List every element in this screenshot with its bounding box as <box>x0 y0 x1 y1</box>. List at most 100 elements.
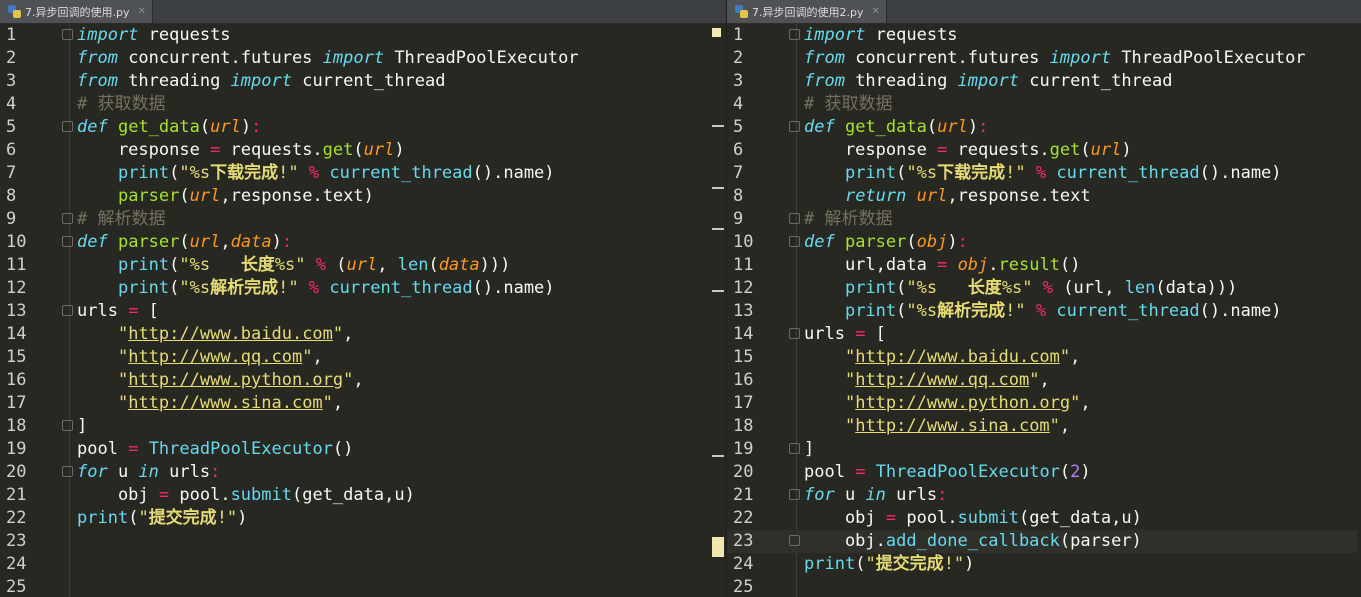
code-token: url <box>916 186 948 206</box>
fold-toggle-icon[interactable] <box>789 213 800 224</box>
fold-toggle-icon[interactable] <box>789 535 800 546</box>
code-token[interactable]: http://www.baidu.com <box>128 324 333 344</box>
fold-toggle-icon[interactable] <box>789 489 800 500</box>
line-number: 3 <box>6 71 17 91</box>
code-text: return url,response.text <box>804 185 1091 208</box>
code-token: in <box>865 485 886 505</box>
code-token: obj. <box>804 531 886 551</box>
scroll-marker[interactable] <box>712 537 724 557</box>
code-token: data <box>230 232 272 252</box>
code-token: ( <box>326 255 347 275</box>
line-number: 17 <box>733 393 754 413</box>
code-line: 20 for u in urls: <box>0 461 710 484</box>
code-token: , <box>1039 370 1050 390</box>
fold-toggle-icon[interactable] <box>789 29 800 40</box>
code-token: # 解析数据 <box>77 209 166 229</box>
code-token[interactable]: http://www.baidu.com <box>855 347 1060 367</box>
fold-toggle-icon[interactable] <box>62 121 73 132</box>
code-text: print("%s下载完成!" % current_thread().name) <box>804 162 1282 185</box>
code-token: ( <box>896 301 907 321</box>
close-tab-icon[interactable]: ✕ <box>871 6 879 17</box>
code-token[interactable]: http://www.sina.com <box>128 393 322 413</box>
fold-toggle-icon[interactable] <box>62 29 73 40</box>
scroll-marker[interactable] <box>712 290 724 292</box>
code-token: !" <box>1005 163 1026 183</box>
fold-toggle-icon[interactable] <box>62 236 73 247</box>
code-token: ( <box>179 186 190 206</box>
code-token: % <box>308 163 320 183</box>
code-token: " <box>865 554 876 574</box>
fold-toggle-icon[interactable] <box>62 305 73 316</box>
fold-toggle-icon[interactable] <box>789 328 800 339</box>
scroll-marker[interactable] <box>712 228 724 230</box>
fold-toggle-icon[interactable] <box>789 121 800 132</box>
code-text: response = requests.get(url) <box>804 139 1132 162</box>
code-line: 21 obj = pool.submit(get_data,u) <box>0 484 710 507</box>
scroll-marker-strip[interactable] <box>712 24 726 597</box>
code-token: def <box>804 232 835 252</box>
code-editor-right[interactable]: 1 import requests 2 from concurrent.futures… <box>727 24 1361 597</box>
scroll-marker[interactable] <box>712 125 724 127</box>
tab-file-left[interactable]: 7.异步回调的使用.py ✕ <box>0 0 153 23</box>
fold-toggle-icon[interactable] <box>62 213 73 224</box>
line-number: 22 <box>6 508 27 528</box>
code-token: ( <box>179 232 190 252</box>
code-token: ().name) <box>472 278 555 298</box>
code-editor-left[interactable]: 1 import requests 2 from concurrent.futures… <box>0 24 726 597</box>
tab-file-right[interactable]: 7.异步回调的使用2.py ✕ <box>727 0 887 23</box>
code-text: from threading import current_thread <box>804 70 1173 93</box>
fold-toggle-icon[interactable] <box>62 466 73 477</box>
code-token: parser <box>844 232 907 252</box>
code-token: " <box>1029 370 1040 390</box>
line-number: 1 <box>6 25 17 45</box>
scroll-marker[interactable] <box>712 455 724 457</box>
scroll-marker[interactable] <box>712 28 721 37</box>
code-token: ( <box>896 278 907 298</box>
line-number: 18 <box>733 416 754 436</box>
code-token[interactable]: http://www.qq.com <box>855 370 1029 390</box>
line-number: 18 <box>6 416 27 436</box>
code-token: urls <box>77 301 129 321</box>
code-line: 23 <box>0 530 710 553</box>
line-number: 6 <box>733 140 744 160</box>
code-token: ( <box>353 140 364 160</box>
line-number: 7 <box>6 163 17 183</box>
code-token: , <box>220 232 231 252</box>
fold-toggle-icon[interactable] <box>789 236 800 247</box>
scroll-marker[interactable] <box>712 187 724 189</box>
fold-toggle-icon[interactable] <box>789 443 800 454</box>
editor-pane-right: 7.异步回调的使用2.py ✕ 1 import requests 2 from co… <box>727 0 1361 597</box>
code-token: from <box>804 48 845 68</box>
code-token[interactable]: http://www.sina.com <box>855 416 1049 436</box>
code-text: "http://www.sina.com", <box>804 415 1070 438</box>
code-token: = <box>855 324 866 344</box>
code-token: response <box>77 140 211 160</box>
code-line: 21 for u in urls: <box>727 484 1357 507</box>
close-tab-icon[interactable]: ✕ <box>137 6 145 17</box>
line-number: 20 <box>733 462 754 482</box>
code-token[interactable]: http://www.python.org <box>855 393 1070 413</box>
python-file-icon <box>8 5 21 18</box>
code-line: 3 from threading import current_thread <box>727 70 1357 93</box>
code-token[interactable]: http://www.qq.com <box>128 347 302 367</box>
fold-toggle-icon[interactable] <box>62 420 73 431</box>
code-token: get <box>1049 140 1081 160</box>
code-line: 9 # 解析数据 <box>0 208 710 231</box>
code-token: # 解析数据 <box>804 209 893 229</box>
code-token: % <box>1042 278 1054 298</box>
code-token: : <box>957 232 968 252</box>
code-token: parser <box>117 232 180 252</box>
line-number: 4 <box>733 94 744 114</box>
code-text: for u in urls: <box>804 484 947 507</box>
code-token[interactable]: http://www.python.org <box>128 370 343 390</box>
code-text: "http://www.baidu.com", <box>77 323 353 346</box>
code-token: ( <box>169 278 180 298</box>
code-token: "%s <box>179 278 211 298</box>
code-token: , <box>377 255 398 275</box>
